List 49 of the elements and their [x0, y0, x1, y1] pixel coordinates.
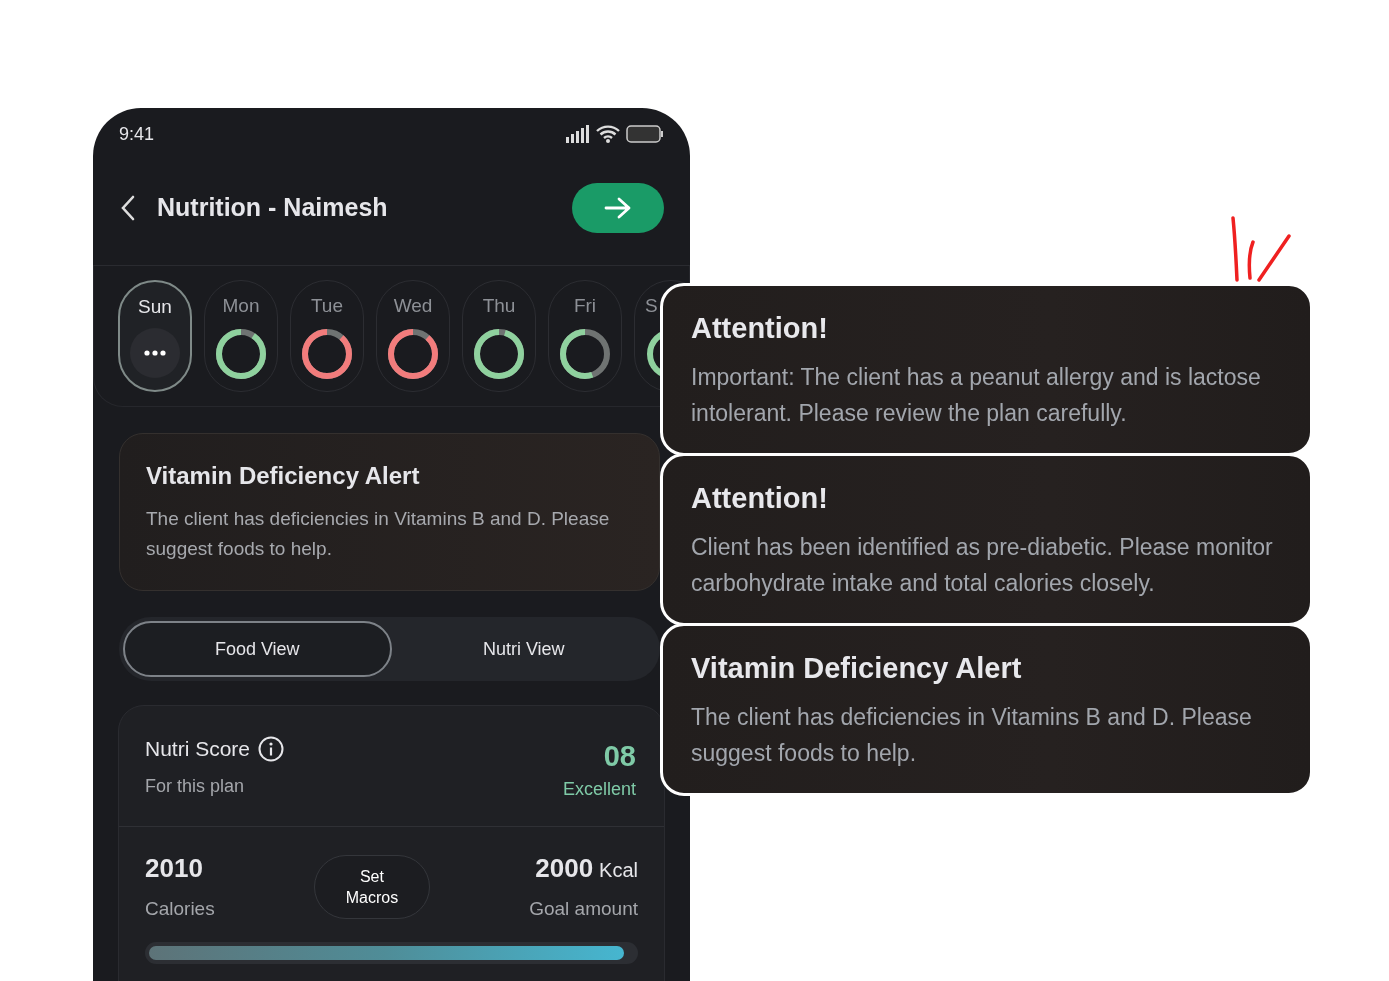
- alert-title: Attention!: [691, 312, 829, 345]
- day-label: Mon: [222, 295, 260, 317]
- day-tab[interactable]: Fri: [548, 280, 622, 392]
- view-tab[interactable]: Food View: [123, 621, 392, 677]
- nutri-score-label: Nutri Score: [145, 737, 251, 761]
- status-time: 9:41: [119, 123, 155, 145]
- goal-value: 2000: [535, 853, 594, 884]
- progress-ring: [472, 327, 526, 381]
- day-tab[interactable]: Mon: [204, 280, 278, 392]
- day-label: Thu: [482, 295, 516, 317]
- day-tab[interactable]: Sun: [118, 280, 192, 392]
- day-label: Wed: [393, 295, 433, 317]
- screen-title: Nutrition - Naimesh: [157, 193, 389, 222]
- alert-message: The client has deficiencies in Vitamins B and D. Please suggest foods to help.: [691, 703, 1253, 768]
- score-value: 08: [602, 740, 636, 773]
- wifi-icon: [596, 125, 620, 143]
- next-button[interactable]: [572, 182, 664, 233]
- day-tab[interactable]: Tue: [290, 280, 364, 392]
- goal-label: Goal amount: [529, 898, 638, 920]
- attention-marks-drawing: [1229, 214, 1293, 284]
- battery-icon: [626, 125, 664, 143]
- more-icon[interactable]: [130, 328, 180, 378]
- progress-ring: [558, 327, 612, 381]
- day-tab[interactable]: Wed: [376, 280, 450, 392]
- day-label: Sun: [138, 296, 172, 318]
- alert-message: Client has been identified as pre-diabetic. Please monitor carbohydrate intake and total calories closely.: [691, 533, 1274, 598]
- goal-unit: Kcal: [599, 859, 638, 882]
- alert-title: Attention!: [691, 482, 829, 515]
- day-label: Fri: [573, 295, 597, 317]
- alert-title: Vitamin Deficiency Alert: [691, 652, 1023, 685]
- arrow-icon: [604, 196, 632, 219]
- back-icon[interactable]: [121, 194, 135, 221]
- day-tab[interactable]: Thu: [462, 280, 536, 392]
- calories-label: Calories: [145, 898, 215, 920]
- nutri-score-subtitle: For this plan: [145, 776, 246, 797]
- alert-message: The client has deficiencies in Vitamins B and D. Please suggest foods to help.: [146, 507, 611, 561]
- day-label: Tue: [310, 295, 343, 317]
- score-rating: Excellent: [562, 779, 636, 800]
- alert-title: Vitamin Deficiency Alert: [146, 462, 421, 490]
- progress-ring: [386, 327, 440, 381]
- info-icon[interactable]: [258, 736, 285, 762]
- alert-message: Important: The client has a peanut allergy and is lactose intolerant. Please review the plan carefully.: [691, 363, 1262, 428]
- set-macros-button[interactable]: Set Macros: [313, 854, 430, 919]
- day-label: S: [645, 295, 658, 317]
- progress-ring: [300, 327, 354, 381]
- progress-ring: [214, 327, 268, 381]
- view-tab[interactable]: Nutri View: [391, 621, 656, 677]
- signal-icon: [566, 125, 590, 143]
- calories-value: 2010: [145, 853, 204, 884]
